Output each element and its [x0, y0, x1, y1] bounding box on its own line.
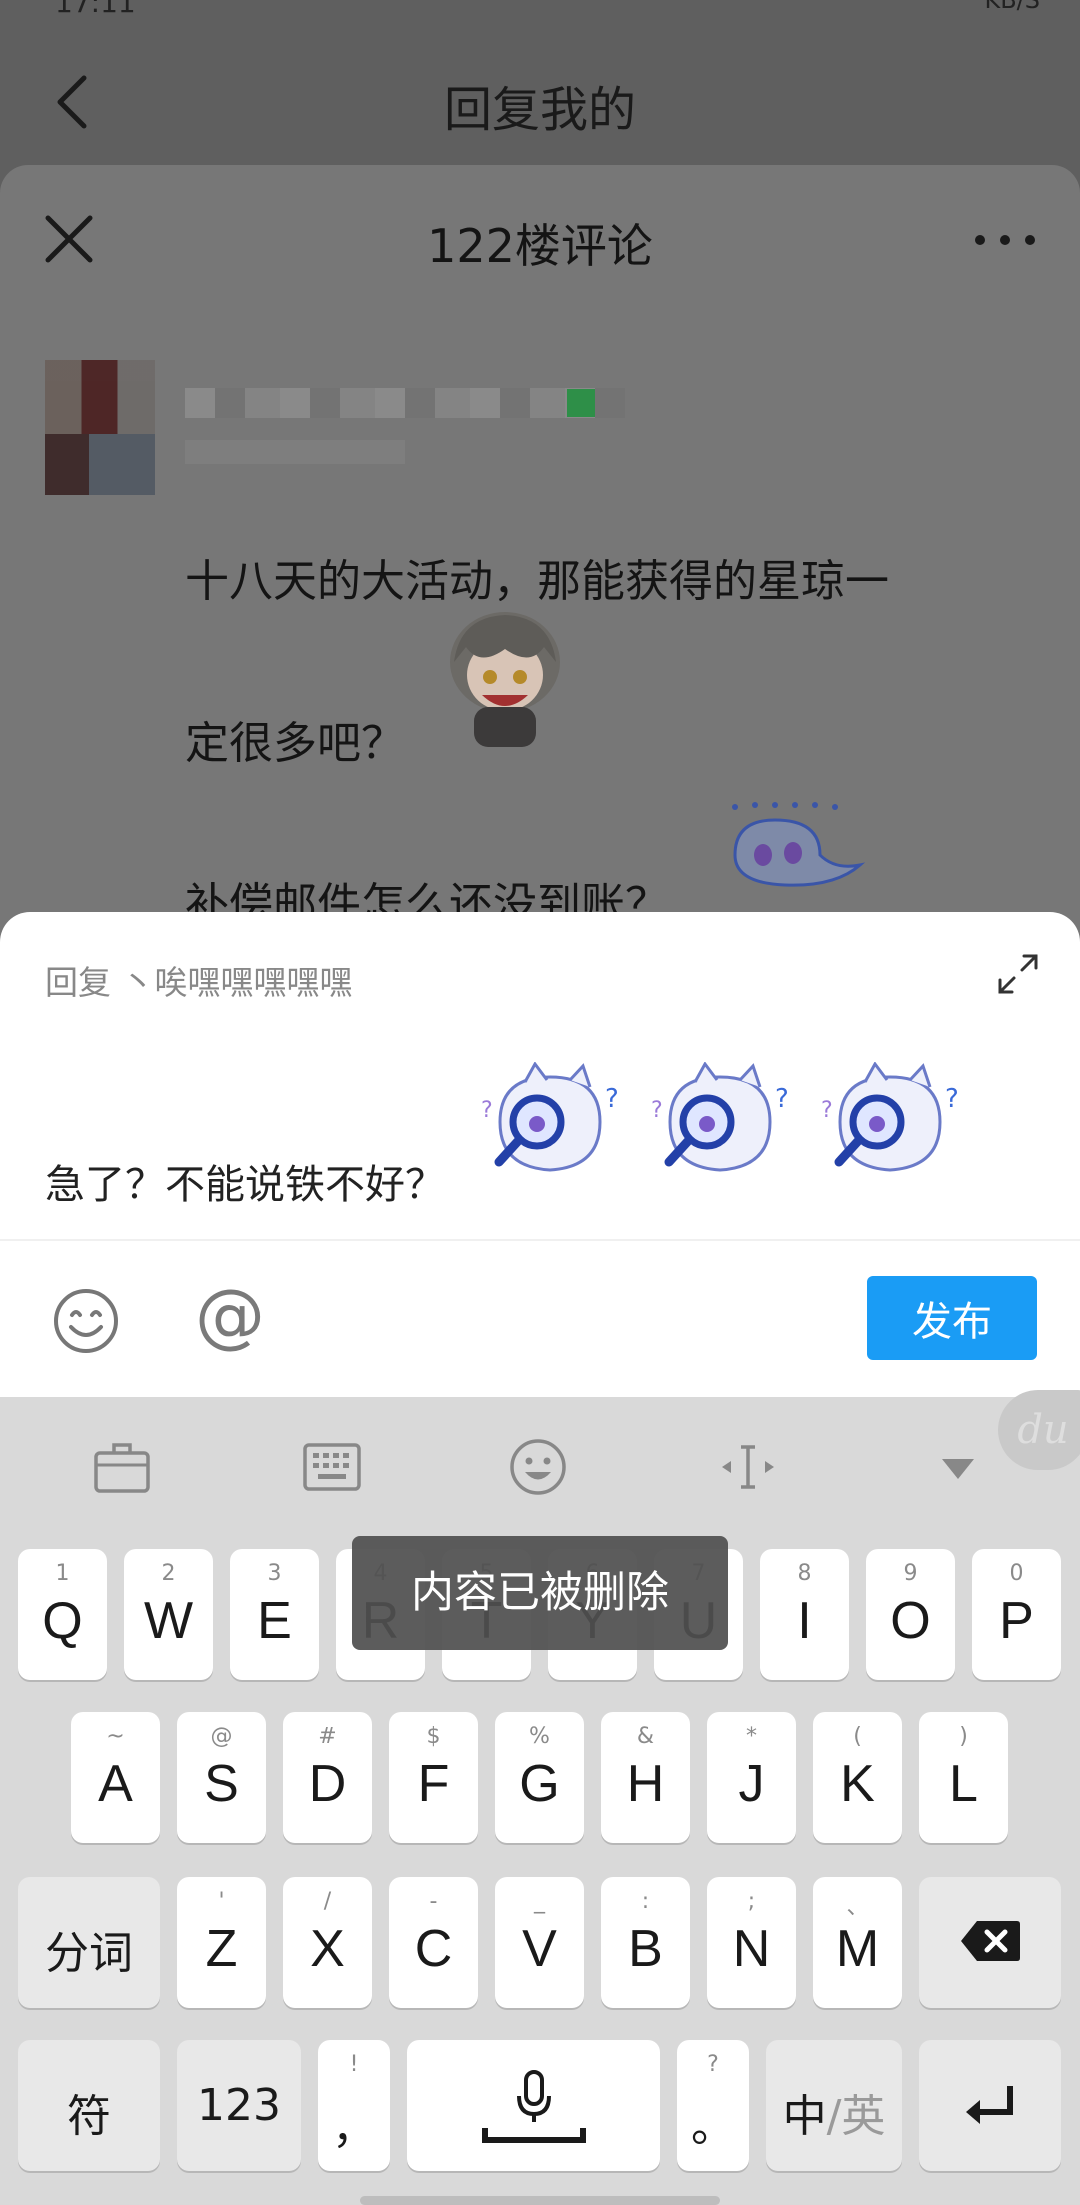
emoji-icon[interactable]: [52, 1287, 120, 1355]
key-enter[interactable]: [919, 2040, 1061, 2171]
home-indicator[interactable]: [360, 2196, 720, 2205]
comment-line-1: 十八天的大活动，那能获得的星琼一: [185, 556, 889, 607]
magnifier-cat-sticker: ? ?: [821, 1062, 959, 1172]
key-h[interactable]: & H: [601, 1712, 690, 1843]
backspace-icon: [961, 1921, 1020, 1961]
key-period[interactable]: ?。: [677, 2040, 749, 2171]
comment-line-2: 定很多吧？: [185, 718, 405, 769]
magnifier-cat-sticker: ? ?: [651, 1062, 789, 1172]
toast-message: 内容已被删除: [352, 1536, 728, 1650]
mention-button[interactable]: @: [195, 1280, 265, 1350]
reply-panel: 回复 丶唉嘿嘿嘿嘿嘿 急了？不能说铁不好？ ? ? ? ? ? ? @ 发布: [0, 912, 1080, 1397]
key-j[interactable]: * J: [707, 1712, 796, 1843]
reply-to-label: 回复 丶唉嘿嘿嘿嘿嘿: [45, 963, 353, 1002]
user-subtitle-blurred: [185, 440, 405, 464]
key-p[interactable]: 0P: [972, 1549, 1061, 1680]
key-m[interactable]: 、 M: [813, 1877, 902, 2008]
more-icon[interactable]: [970, 225, 1040, 255]
network-speed: KB/S: [984, 0, 1040, 14]
keyboard-brand-badge[interactable]: du: [998, 1390, 1080, 1470]
keyboard-icon[interactable]: [302, 1437, 362, 1497]
key-z[interactable]: ' Z: [177, 1877, 266, 2008]
emoji-face-icon[interactable]: [508, 1437, 568, 1497]
publish-button[interactable]: 发布: [867, 1276, 1037, 1360]
key-n[interactable]: ; N: [707, 1877, 796, 2008]
key-segment[interactable]: 分词: [18, 1877, 160, 2008]
key-f[interactable]: $ F: [389, 1712, 478, 1843]
microphone-icon: [482, 2070, 586, 2143]
key-b[interactable]: :B: [601, 1877, 690, 2008]
status-bar: 17:11 KB/S: [0, 0, 1080, 28]
key-g[interactable]: % G: [495, 1712, 584, 1843]
key-w[interactable]: 2W: [124, 1549, 213, 1680]
key-d[interactable]: # D: [283, 1712, 372, 1843]
key-space-voice[interactable]: [407, 2040, 660, 2171]
key-a[interactable]: ~ A: [71, 1712, 160, 1843]
keyboard-toolbar: [0, 1397, 1080, 1537]
username-blurred: [185, 388, 625, 418]
reply-input[interactable]: 急了？不能说铁不好？: [45, 1152, 445, 1210]
ghost-sticker: [732, 802, 866, 887]
key-v[interactable]: _ V: [495, 1877, 584, 2008]
user-badge: [567, 389, 595, 417]
svg-text:?: ?: [651, 1098, 663, 1123]
key-i[interactable]: 8I: [760, 1549, 849, 1680]
key-q[interactable]: 1Q: [18, 1549, 107, 1680]
key-k[interactable]: (K: [813, 1712, 902, 1843]
keyboard: 1Q 2W 3E 4R 5T 6Y 7U 8I 9O 0P ~A @S #D $…: [0, 1397, 1080, 2205]
sheet-title: 122楼评论: [427, 219, 653, 273]
key-l[interactable]: ) L: [919, 1712, 1008, 1843]
key-x[interactable]: / X: [283, 1877, 372, 2008]
lang-en-label: /英: [826, 2091, 886, 2142]
key-s[interactable]: @ S: [177, 1712, 266, 1843]
page-title: 回复我的: [443, 82, 636, 138]
key-comma[interactable]: !，: [318, 2040, 390, 2171]
key-backspace[interactable]: [919, 1877, 1061, 2008]
expand-icon[interactable]: [996, 952, 1040, 996]
toolbox-icon[interactable]: [92, 1437, 152, 1497]
magnifier-cat-sticker: ? ?: [481, 1062, 619, 1172]
key-symbols[interactable]: 符: [18, 2040, 160, 2171]
key-o[interactable]: 9O: [866, 1549, 955, 1680]
divider: [0, 1239, 1080, 1241]
svg-text:?: ?: [821, 1098, 833, 1123]
key-123[interactable]: 123: [177, 2040, 301, 2171]
status-time: 17:11: [55, 0, 136, 19]
enter-icon: [966, 2086, 1013, 2124]
svg-text:?: ?: [481, 1098, 493, 1123]
cursor-move-icon[interactable]: [718, 1437, 778, 1497]
chibi-girl-sticker: [450, 612, 560, 747]
svg-text:?: ?: [775, 1084, 789, 1114]
svg-text:?: ?: [605, 1084, 619, 1114]
key-c[interactable]: -C: [389, 1877, 478, 2008]
key-e[interactable]: 3E: [230, 1549, 319, 1680]
key-language-switch[interactable]: 中/英: [766, 2040, 902, 2171]
avatar[interactable]: [45, 360, 155, 495]
collapse-keyboard-icon[interactable]: [928, 1437, 988, 1497]
top-bar: 回复我的: [0, 40, 1080, 170]
lang-zh-label: 中: [782, 2091, 827, 2142]
svg-text:?: ?: [945, 1084, 959, 1114]
